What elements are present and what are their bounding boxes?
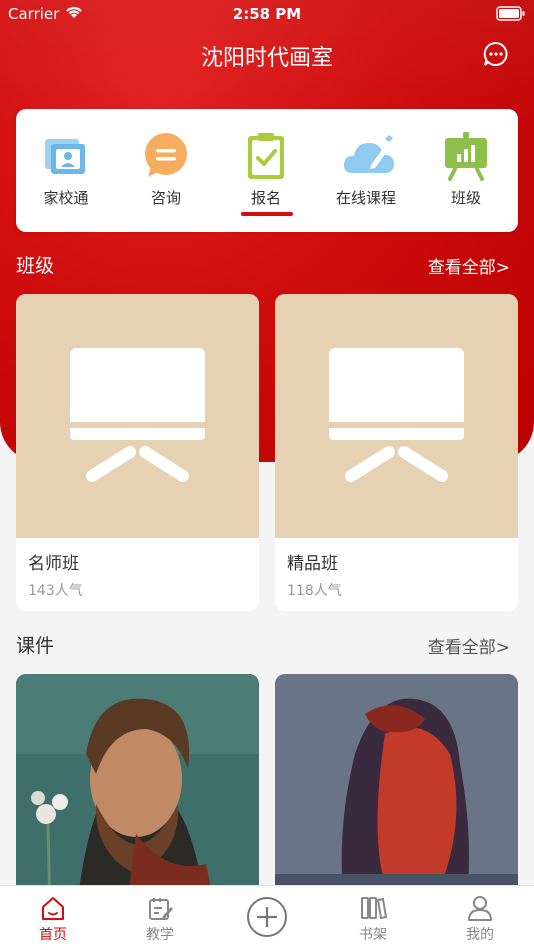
class-card[interactable]: 精品班 118人气: [275, 294, 518, 611]
easel-icon: [70, 348, 205, 482]
quick-nav-consult[interactable]: 咨询: [116, 131, 216, 208]
clipboard-check-icon: [241, 131, 291, 181]
easel-icon: [329, 348, 464, 482]
tab-profile[interactable]: 我的: [440, 894, 520, 944]
active-indicator: [241, 212, 293, 216]
tab-add[interactable]: [227, 896, 307, 940]
status-bar: Carrier 2:58 PM: [0, 0, 534, 28]
plus-circle-icon: [247, 897, 287, 937]
photo-card-icon: [41, 131, 91, 181]
quick-nav-label: 咨询: [150, 189, 181, 207]
class-card[interactable]: 名师班 143人气: [16, 294, 259, 611]
class-thumbnail: [16, 294, 259, 538]
courses-section-title: 课件: [16, 635, 55, 657]
tab-label: 首页: [39, 927, 67, 943]
tab-teaching[interactable]: 教学: [120, 894, 200, 944]
user-icon: [468, 896, 492, 921]
clock: 2:58 PM: [232, 5, 302, 23]
quick-nav-class[interactable]: 班级: [416, 131, 516, 208]
class-popularity: 143人气: [28, 583, 83, 599]
quick-nav-label: 报名: [250, 189, 281, 207]
quick-nav-online-course[interactable]: 在线课程: [316, 131, 416, 208]
home-icon: [42, 897, 64, 920]
books-icon: [361, 897, 387, 920]
class-thumbnail: [275, 294, 518, 538]
message-icon[interactable]: [482, 40, 510, 68]
embrace-painting-image: [275, 674, 518, 914]
easel-chart-icon: [441, 131, 491, 181]
classes-section-title: 班级: [16, 255, 55, 277]
battery-icon: [496, 6, 526, 25]
page-title: 沈阳时代画室: [200, 46, 333, 71]
tab-label: 教学: [146, 927, 174, 943]
courses-view-all-link[interactable]: 查看全部>: [428, 633, 510, 658]
tab-label: 我的: [466, 927, 494, 943]
classes-view-all-link[interactable]: 查看全部>: [428, 253, 510, 278]
cloud-edit-icon: [341, 131, 394, 181]
portrait-painting-image: [16, 674, 259, 914]
course-card[interactable]: [16, 674, 259, 914]
quick-nav-label: 班级: [450, 189, 481, 207]
quick-nav-home-school[interactable]: 家校通: [16, 131, 116, 208]
class-name: 名师班: [28, 554, 79, 574]
bottom-tab-bar: 首页 教学 书架 我的: [0, 885, 534, 950]
quick-nav-label: 家校通: [43, 189, 89, 207]
tab-bookshelf[interactable]: 书架: [333, 894, 413, 944]
course-card[interactable]: [275, 674, 518, 914]
chat-bubble-icon: [141, 131, 191, 181]
quick-nav-enroll[interactable]: 报名: [216, 131, 316, 208]
class-popularity: 118人气: [287, 583, 342, 599]
document-edit-icon: [149, 898, 173, 920]
quick-nav-label: 在线课程: [335, 189, 396, 207]
tab-label: 书架: [359, 927, 387, 943]
class-name: 精品班: [287, 554, 338, 574]
tab-home[interactable]: 首页: [13, 894, 93, 944]
